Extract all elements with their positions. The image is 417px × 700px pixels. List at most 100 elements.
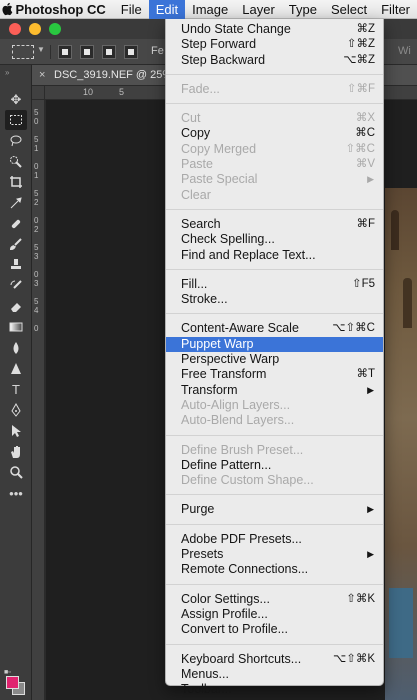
menu-item-label: Content-Aware Scale [181,321,299,336]
menu-item-label: Copy Merged [181,141,257,156]
menu-item-shortcut: ⌥⇧⌘K [332,652,375,665]
menu-item-keyboard-shortcuts[interactable]: Keyboard Shortcuts... ⌥⇧⌘K [166,652,383,667]
ruler-tick-label: 3 [34,279,39,288]
menu-item-find-and-replace-text[interactable]: Find and Replace Text... [166,248,383,263]
menu-item-define-pattern[interactable]: Define Pattern... [166,458,383,473]
subtract-selection-icon[interactable] [102,45,116,59]
menu-item-copy[interactable]: Copy ⌘C [166,126,383,141]
menu-item-define-custom-shape[interactable]: Define Custom Shape... [166,473,383,488]
menu-file[interactable]: File [114,0,149,19]
menu-edit[interactable]: Edit [148,0,186,19]
gradient-icon[interactable] [5,317,27,337]
menu-item-menus[interactable]: Menus... [166,667,383,682]
menu-item-cut[interactable]: Cut ⌘X [166,111,383,126]
close-icon[interactable]: × [39,69,45,81]
menu-type[interactable]: Type [282,0,324,19]
apple-icon[interactable] [0,2,13,16]
zoom-icon[interactable] [5,462,27,482]
ruler-origin[interactable] [32,86,45,100]
add-selection-icon[interactable] [80,45,94,59]
menu-item-search[interactable]: Search ⌘F [166,217,383,232]
foreground-color-swatch[interactable] [6,676,19,689]
menu-item-define-brush-preset[interactable]: Define Brush Preset... [166,443,383,458]
hand-icon[interactable] [5,442,27,462]
menu-item-copy-merged[interactable]: Copy Merged ⇧⌘C [166,142,383,157]
menu-item-free-transform[interactable]: Free Transform ⌘T [166,367,383,382]
menu-item-label: Define Pattern... [181,457,272,472]
marquee-preset-icon[interactable] [12,45,34,59]
menu-layer[interactable]: Layer [235,0,282,19]
healing-icon[interactable] [5,214,27,234]
menu-item-shortcut: ⇧⌘Z [346,38,375,51]
eraser-icon[interactable] [5,297,27,317]
menu-item-label: Remote Connections... [181,562,309,577]
menu-item-paste-special[interactable]: Paste Special ▶ [166,172,383,187]
panel-grip-icon[interactable]: » [5,68,9,77]
intersect-selection-icon[interactable] [124,45,138,59]
blur-icon[interactable] [5,338,27,358]
menu-image[interactable]: Image [185,0,235,19]
menu-item-check-spelling[interactable]: Check Spelling... [166,232,383,247]
menu-select[interactable]: Select [324,0,374,19]
menu-separator [166,434,383,436]
menu-item-transform[interactable]: Transform ▶ [166,383,383,398]
menu-item-shortcut: ⇧⌘C [345,142,375,155]
stamp-icon[interactable] [5,255,27,275]
menu-item-shortcut: ⇧⌘F [346,82,375,95]
menu-item-color-settings[interactable]: Color Settings... ⇧⌘K [166,592,383,607]
zoom-window-icon[interactable] [49,23,61,35]
menu-item-fade[interactable]: Fade... ⇧⌘F [166,82,383,97]
path-select-icon[interactable] [5,421,27,441]
close-window-icon[interactable] [9,23,21,35]
dodge-icon[interactable] [5,359,27,379]
brush-icon[interactable] [5,234,27,254]
menu-item-fill[interactable]: Fill... ⇧F5 [166,277,383,292]
marquee-icon[interactable] [5,110,27,130]
menu-item-perspective-warp[interactable]: Perspective Warp [166,352,383,367]
move-icon[interactable]: ✥ [5,90,27,110]
menu-item-clear[interactable]: Clear [166,188,383,203]
menu-item-auto-align-layers[interactable]: Auto-Align Layers... [166,398,383,413]
menu-app-name[interactable]: Photoshop CC [13,0,113,19]
menu-item-step-forward[interactable]: Step Forward ⇧⌘Z [166,37,383,52]
chevron-down-icon[interactable]: ▼ [37,45,45,59]
minimize-window-icon[interactable] [29,23,41,35]
menu-item-label: Adobe PDF Presets... [181,531,302,546]
menu-item-stroke[interactable]: Stroke... [166,292,383,307]
menu-separator [166,523,383,525]
menu-item-undo-state-change[interactable]: Undo State Change ⌘Z [166,22,383,37]
menu-filter[interactable]: Filter [374,0,417,19]
menu-item-assign-profile[interactable]: Assign Profile... [166,607,383,622]
eyedropper-icon[interactable] [5,193,27,213]
submenu-arrow-icon: ▶ [367,174,374,185]
menu-item-step-backward[interactable]: Step Backward ⌥⌘Z [166,53,383,68]
feather-label: Fe [151,45,164,57]
lasso-icon[interactable] [5,131,27,151]
menu-item-label: Paste [181,157,213,172]
menu-item-label: Color Settings... [181,591,270,606]
more-icon[interactable]: ••• [5,483,27,503]
ruler-tick-label: 2 [34,225,39,234]
new-selection-icon[interactable] [58,45,72,59]
menu-item-toolbar[interactable]: Toolbar... [166,682,383,697]
ruler-tick-label: 0 [34,324,39,333]
menu-item-adobe-pdf-presets[interactable]: Adobe PDF Presets... [166,532,383,547]
ruler-tick-label: 0 [34,117,39,126]
crop-icon[interactable] [5,172,27,192]
menu-item-convert-to-profile[interactable]: Convert to Profile... [166,622,383,637]
default-colors-icon[interactable]: ■▫ [4,669,11,676]
menu-item-presets[interactable]: Presets ▶ [166,547,383,562]
menu-item-purge[interactable]: Purge ▶ [166,502,383,517]
menu-item-auto-blend-layers[interactable]: Auto-Blend Layers... [166,413,383,428]
pen-icon[interactable] [5,400,27,420]
menu-item-paste[interactable]: Paste ⌘V [166,157,383,172]
quick-select-icon[interactable] [5,152,27,172]
type-icon[interactable]: T [5,379,27,399]
menu-item-puppet-warp[interactable]: Puppet Warp [166,336,383,353]
divider [50,45,51,59]
vertical-ruler[interactable]: 50510152025303540 [32,100,45,700]
menu-item-content-aware-scale[interactable]: Content-Aware Scale ⌥⇧⌘C [166,321,383,336]
menu-item-remote-connections[interactable]: Remote Connections... [166,562,383,577]
menu-item-label: Assign Profile... [181,606,268,621]
history-brush-icon[interactable] [5,276,27,296]
